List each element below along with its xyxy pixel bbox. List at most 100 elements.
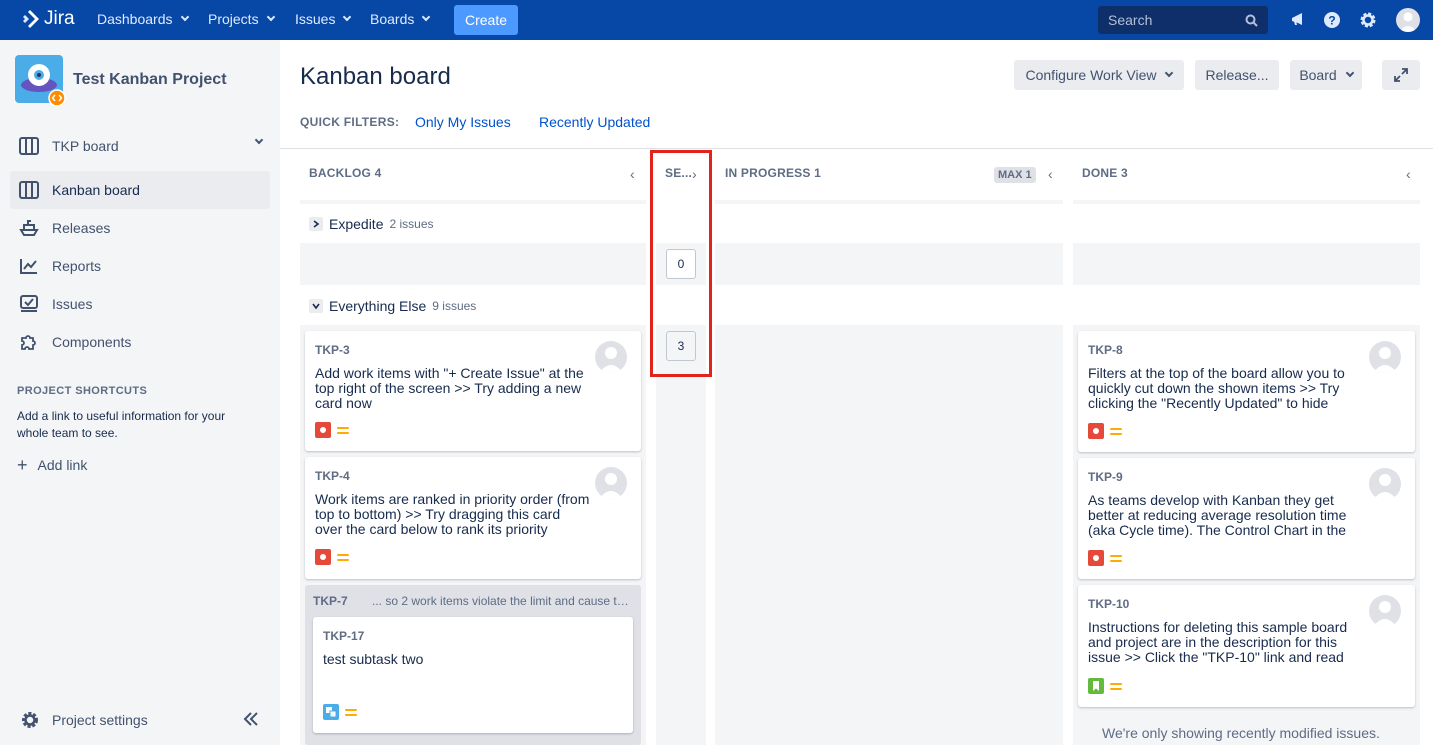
priority-medium-icon (1110, 682, 1122, 690)
jira-logo[interactable]: Jira (20, 8, 75, 30)
chevron-right-icon (309, 217, 323, 231)
swimlane-count: 2 issues (389, 217, 434, 231)
chevron-down-icon (1345, 68, 1354, 78)
story-icon (1088, 678, 1104, 694)
issue-card[interactable]: TKP-9 As teams develop with Kanban they … (1078, 458, 1415, 579)
sidebar-item-issues[interactable]: Issues (10, 285, 270, 323)
subtask-card[interactable]: TKP-17 test subtask two (313, 617, 633, 733)
collapse-column-chevron-icon[interactable]: ‹ (630, 166, 635, 182)
release-button[interactable]: Release... (1195, 60, 1279, 90)
profile-avatar[interactable] (1396, 8, 1420, 32)
nav-boards[interactable]: Boards (370, 11, 431, 27)
bug-icon (315, 422, 331, 438)
priority-medium-icon (337, 553, 349, 561)
user-avatar-icon (1373, 601, 1397, 627)
divider (280, 148, 1433, 149)
search-icon (1245, 14, 1258, 27)
issue-card[interactable]: TKP-3 Add work items with "+ Create Issu… (305, 331, 641, 451)
chevron-down-icon (1165, 68, 1174, 78)
sidebar-item-label: Reports (52, 258, 102, 274)
settings-gear-icon[interactable] (1358, 10, 1378, 30)
fullscreen-button[interactable] (1382, 60, 1420, 90)
parent-issue-summary: ... so 2 work items violate the limit an… (372, 594, 634, 608)
chevron-down-icon (422, 12, 431, 22)
sidebar-item-releases[interactable]: Releases (10, 209, 270, 247)
collapse-column-chevron-icon[interactable]: ‹ (1048, 166, 1053, 182)
gear-icon (22, 712, 38, 728)
notifications-icon[interactable] (1288, 10, 1308, 30)
expand-icon (1394, 68, 1408, 82)
issue-summary: test subtask two (323, 652, 424, 667)
project-name: Test Kanban Project (73, 71, 227, 88)
bug-icon (315, 549, 331, 565)
sidebar-item-label: TKP board (52, 138, 119, 154)
puzzle-icon (18, 331, 40, 353)
assignee-avatar[interactable] (595, 341, 627, 373)
user-avatar-icon (599, 473, 623, 499)
filter-recently-updated[interactable]: Recently Updated (539, 114, 650, 130)
board-icon (18, 135, 40, 157)
top-navigation: Jira Dashboards Projects Issues Boards C… (0, 0, 1433, 40)
column-header-in-progress: IN PROGRESS 1 (725, 166, 821, 180)
code-badge-icon (48, 89, 66, 107)
assignee-avatar[interactable] (1369, 468, 1401, 500)
search-placeholder: Search (1108, 12, 1153, 28)
jira-logo-text: Jira (44, 8, 75, 29)
issue-key: TKP-9 (1088, 470, 1123, 484)
issue-key: TKP-8 (1088, 343, 1123, 357)
help-icon[interactable]: ? (1322, 10, 1342, 30)
sidebar-item-kanban-board[interactable]: Kanban board (10, 171, 270, 209)
issue-key: TKP-10 (1088, 597, 1130, 611)
issue-summary: As teams develop with Kanban they get be… (1088, 493, 1347, 538)
plus-icon: + (17, 455, 28, 475)
bug-icon (1088, 423, 1104, 439)
search-input[interactable]: Search (1098, 6, 1268, 34)
nav-projects[interactable]: Projects (208, 11, 275, 27)
expedite-lane-backlog (300, 243, 646, 285)
sidebar-item-reports[interactable]: Reports (10, 247, 270, 285)
add-link-label: Add link (37, 457, 88, 473)
configure-label: Configure Work View (1025, 67, 1157, 83)
board-label: Board (1299, 67, 1337, 83)
column-top-strip (300, 200, 646, 204)
nav-issues[interactable]: Issues (295, 11, 352, 27)
assignee-avatar[interactable] (1369, 595, 1401, 627)
assignee-avatar[interactable] (595, 467, 627, 499)
nav-issues-label: Issues (295, 11, 336, 27)
priority-medium-icon (1110, 554, 1122, 562)
swimlane-everything-else-header[interactable]: Everything Else 9 issues (309, 298, 476, 314)
nav-dashboards[interactable]: Dashboards (97, 11, 189, 27)
page-title: Kanban board (300, 63, 451, 90)
swimlane-count: 9 issues (432, 299, 477, 313)
assignee-avatar[interactable] (1369, 341, 1401, 373)
project-avatar[interactable] (15, 55, 66, 107)
project-shortcuts-description: Add a link to useful information for you… (17, 409, 226, 440)
nav-dashboards-label: Dashboards (97, 11, 173, 27)
sidebar-item-label: Releases (52, 220, 111, 236)
chevron-down-icon (180, 12, 189, 22)
expedite-lane-done (1073, 243, 1420, 285)
ship-icon (18, 217, 40, 239)
collapse-sidebar-icon[interactable] (242, 710, 260, 728)
issue-card[interactable]: TKP-10 Instructions for deleting this sa… (1078, 585, 1415, 707)
issue-card[interactable]: TKP-8 Filters at the top of the board al… (1078, 331, 1415, 452)
board-menu-button[interactable]: Board (1290, 60, 1362, 90)
configure-work-view-button[interactable]: Configure Work View (1014, 60, 1184, 90)
project-settings-link[interactable]: Project settings (20, 710, 148, 730)
filter-only-my-issues[interactable]: Only My Issues (415, 114, 511, 130)
add-link-button[interactable]: + Add link (17, 455, 88, 475)
subtask-icon (323, 704, 339, 720)
swimlane-expedite-header[interactable]: Expedite 2 issues (309, 216, 434, 232)
column-count: 4 (374, 166, 382, 180)
column-top-strip (715, 200, 1063, 204)
chart-line-icon (18, 255, 40, 277)
sidebar-item-components[interactable]: Components (10, 323, 270, 361)
collapse-column-chevron-icon[interactable]: ‹ (1406, 166, 1411, 182)
sidebar-item-tkp-board[interactable]: TKP board (10, 127, 270, 165)
column-header-done: DONE 3 (1082, 166, 1128, 180)
sidebar-item-label: Issues (52, 296, 93, 312)
parent-issue-group[interactable]: TKP-7 ... so 2 work items violate the li… (305, 585, 641, 745)
create-button[interactable]: Create (454, 5, 518, 35)
issue-card[interactable]: TKP-4 Work items are ranked in priority … (305, 457, 641, 579)
user-avatar-icon (599, 347, 623, 373)
